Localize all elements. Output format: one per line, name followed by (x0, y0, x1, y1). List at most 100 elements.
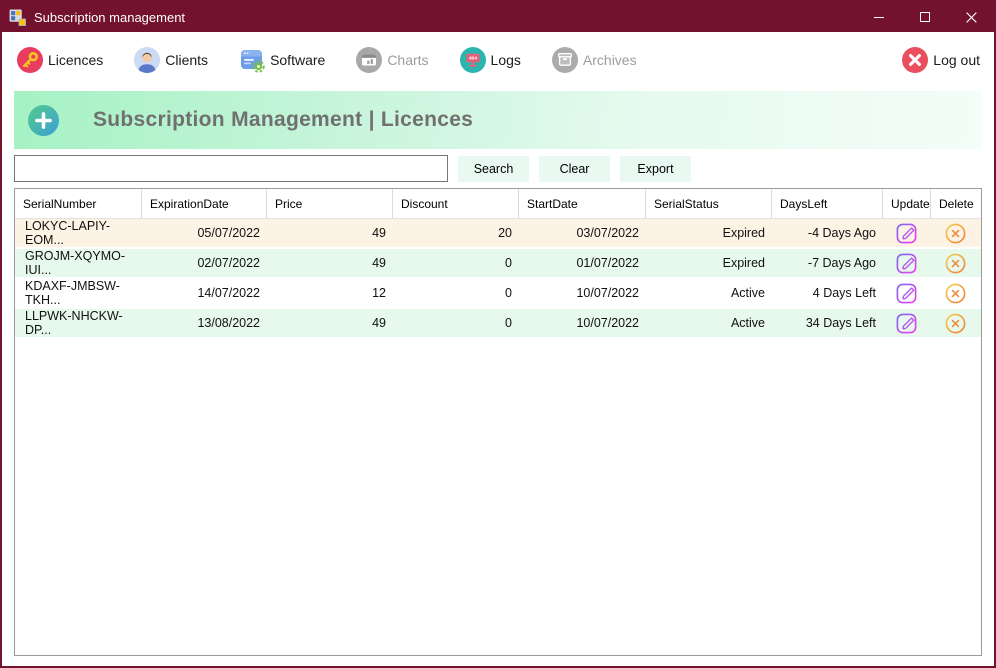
search-row: Search Clear Export (14, 155, 982, 182)
column-header-discount[interactable]: Discount (393, 189, 519, 218)
export-button[interactable]: Export (620, 155, 691, 182)
archives-icon (551, 47, 578, 73)
cell-expiration: 13/08/2022 (197, 316, 260, 330)
cell-price: 49 (372, 256, 386, 270)
column-header-daysleft[interactable]: DaysLeft (772, 189, 883, 218)
pencil-icon (896, 283, 917, 303)
maximize-icon (920, 12, 930, 22)
cell-status: Expired (722, 226, 765, 240)
toolbar-label-logs: Logs (490, 52, 521, 68)
table-row[interactable]: GROJM-XQYMO-IUI... 02/07/2022 49 0 01/07… (15, 249, 981, 279)
close-icon (965, 11, 977, 23)
cell-discount: 0 (505, 286, 512, 300)
cell-start: 01/07/2022 (576, 256, 639, 270)
table-row[interactable]: KDAXF-JMBSW-TKH... 14/07/2022 12 0 10/07… (15, 279, 981, 309)
cell-daysleft: -7 Days Ago (807, 256, 876, 270)
person-icon (134, 47, 161, 73)
close-button[interactable] (948, 2, 994, 32)
toolbar-item-clients[interactable]: Clients (133, 46, 208, 74)
app-window: Subscription management Licences Clients… (0, 0, 996, 668)
software-window-icon (241, 50, 265, 73)
toolbar-item-charts: Charts (355, 46, 429, 74)
update-button[interactable] (895, 251, 919, 275)
toolbar: Licences Clients Software Charts 404 Log… (2, 32, 994, 88)
titlebar: Subscription management (2, 2, 994, 32)
cell-status: Expired (722, 256, 765, 270)
search-input[interactable] (14, 155, 448, 182)
cell-start: 10/07/2022 (576, 316, 639, 330)
table-header: SerialNumber ExpirationDate Price Discou… (15, 189, 981, 219)
column-header-update[interactable]: Update (883, 189, 931, 218)
delete-x-icon (945, 313, 966, 333)
column-header-serialnumber[interactable]: SerialNumber (15, 189, 142, 218)
delete-x-icon (945, 253, 966, 273)
toolbar-label-archives: Archives (582, 52, 637, 68)
licences-table: SerialNumber ExpirationDate Price Discou… (14, 188, 982, 656)
delete-button[interactable] (944, 221, 968, 245)
minimize-button[interactable] (856, 2, 902, 32)
cell-daysleft: -4 Days Ago (807, 226, 876, 240)
column-header-serialstatus[interactable]: SerialStatus (646, 189, 772, 218)
delete-button[interactable] (944, 251, 968, 275)
delete-x-icon (945, 283, 966, 303)
cell-daysleft: 34 Days Left (805, 316, 876, 330)
toolbar-label-software: Software (270, 52, 326, 68)
logout-icon (902, 47, 929, 73)
key-icon (17, 47, 43, 73)
column-header-delete[interactable]: Delete (931, 189, 981, 218)
table-row[interactable]: LOKYC-LAPIY-EOM... 05/07/2022 49 20 03/0… (15, 219, 981, 249)
cell-start: 10/07/2022 (576, 286, 639, 300)
delete-x-icon (945, 223, 966, 243)
toolbar-label-clients: Clients (165, 52, 209, 68)
cell-price: 49 (372, 226, 386, 240)
cell-expiration: 02/07/2022 (197, 256, 260, 270)
update-button[interactable] (895, 221, 919, 245)
cell-discount: 20 (498, 226, 512, 240)
column-header-expirationdate[interactable]: ExpirationDate (142, 189, 267, 218)
toolbar-item-archives: Archives (551, 46, 637, 74)
toolbar-item-software[interactable]: Software (238, 46, 325, 74)
cell-price: 12 (372, 286, 386, 300)
delete-button[interactable] (944, 281, 968, 305)
app-icon (9, 9, 26, 26)
cell-expiration: 14/07/2022 (197, 286, 260, 300)
maximize-button[interactable] (902, 2, 948, 32)
cell-expiration: 05/07/2022 (197, 226, 260, 240)
cell-status: Active (730, 286, 765, 300)
cell-serial: GROJM-XQYMO-IUI... (25, 249, 125, 277)
charts-icon (356, 47, 383, 73)
cell-start: 03/07/2022 (576, 226, 639, 240)
search-button[interactable]: Search (458, 155, 529, 182)
update-button[interactable] (895, 281, 919, 305)
toolbar-item-logs[interactable]: 404 Logs (459, 46, 521, 74)
cell-price: 49 (372, 316, 386, 330)
logout-button[interactable]: Log out (901, 46, 980, 74)
cell-daysleft: 4 Days Left (812, 286, 876, 300)
pencil-icon (896, 223, 917, 243)
column-header-price[interactable]: Price (267, 189, 393, 218)
pencil-icon (896, 313, 917, 333)
plus-icon (28, 104, 59, 136)
logout-label: Log out (933, 52, 980, 68)
minimize-icon (874, 17, 884, 18)
cell-serial: KDAXF-JMBSW-TKH... (25, 279, 120, 307)
page-title: Subscription Management | Licences (93, 108, 474, 131)
add-licence-button[interactable] (28, 104, 59, 136)
cell-discount: 0 (505, 316, 512, 330)
delete-button[interactable] (944, 311, 968, 335)
clear-button[interactable]: Clear (539, 155, 610, 182)
logs-monitor-icon: 404 (459, 47, 486, 73)
toolbar-label-licences: Licences (48, 52, 104, 68)
window-title: Subscription management (34, 9, 186, 25)
column-header-startdate[interactable]: StartDate (519, 189, 646, 218)
cell-discount: 0 (505, 256, 512, 270)
cell-serial: LOKYC-LAPIY-EOM... (25, 219, 110, 247)
toolbar-label-charts: Charts (387, 52, 429, 68)
cell-status: Active (730, 316, 765, 330)
logs-icon-text: 404 (469, 56, 477, 62)
page-banner: Subscription Management | Licences (14, 91, 982, 149)
cell-serial: LLPWK-NHCKW-DP... (25, 309, 123, 337)
toolbar-item-licences[interactable]: Licences (16, 46, 103, 74)
update-button[interactable] (895, 311, 919, 335)
table-row[interactable]: LLPWK-NHCKW-DP... 13/08/2022 49 0 10/07/… (15, 309, 981, 339)
